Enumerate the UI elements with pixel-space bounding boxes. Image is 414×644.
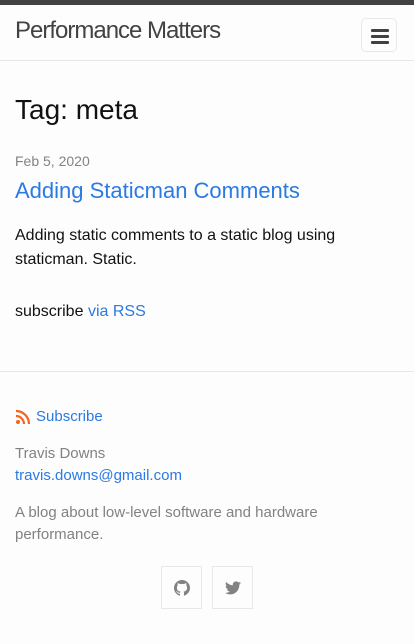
author-email-link[interactable]: travis.downs@gmail.com	[15, 467, 182, 484]
page-heading: Tag: meta	[15, 94, 138, 125]
twitter-icon	[224, 580, 241, 594]
post-excerpt: Adding static comments to a static blog …	[15, 227, 336, 268]
subscribe-line: subscribe via RSS	[15, 303, 146, 321]
post-date: Feb 5, 2020	[15, 153, 90, 169]
twitter-button[interactable]	[212, 566, 253, 609]
subscribe-text: subscribe	[15, 303, 84, 320]
site-footer: Subscribe Travis Downs travis.downs@gmai…	[0, 371, 414, 644]
footer-subscribe-link[interactable]: Subscribe	[15, 408, 103, 425]
post-title-link[interactable]: Adding Staticman Comments	[15, 178, 300, 204]
site-header: Performance Matters	[0, 5, 414, 61]
author-name: Travis Downs	[15, 445, 106, 462]
github-icon	[173, 579, 190, 596]
rss-subscribe-link[interactable]: via RSS	[88, 303, 146, 320]
site-description: A blog about low-level software and hard…	[15, 504, 318, 543]
github-button[interactable]	[161, 566, 202, 609]
footer-subscribe-label: Subscribe	[36, 408, 103, 425]
rss-icon	[15, 408, 31, 425]
menu-button[interactable]	[361, 18, 397, 52]
site-title-link[interactable]: Performance Matters	[15, 17, 221, 45]
